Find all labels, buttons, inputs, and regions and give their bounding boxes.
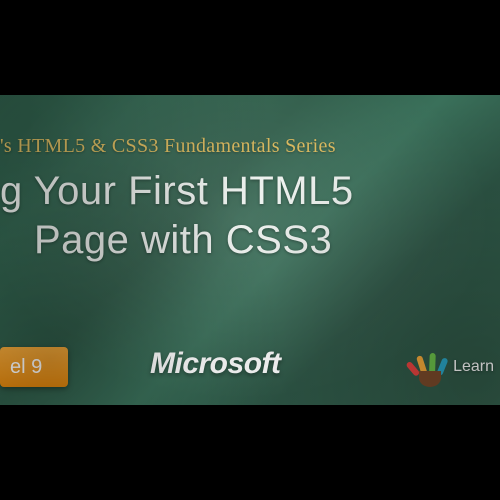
microsoft-logo: Microsoft bbox=[150, 347, 281, 381]
series-label: 's HTML5 & CSS3 Fundamentals Series bbox=[0, 135, 500, 158]
learn-label: Learn bbox=[453, 358, 494, 380]
title-line-1: g Your First HTML5 bbox=[0, 167, 500, 216]
title-line-2: Page with CSS3 bbox=[0, 216, 500, 265]
channel9-badge: el 9 bbox=[0, 347, 68, 387]
learn-logo: Learn bbox=[413, 349, 494, 389]
hand-icon bbox=[413, 349, 447, 389]
logo-row: el 9 Microsoft Learn bbox=[0, 335, 500, 405]
letterbox-bottom bbox=[0, 405, 500, 500]
slide-title: g Your First HTML5 Page with CSS3 bbox=[0, 167, 500, 265]
chalkboard-slide: 's HTML5 & CSS3 Fundamentals Series g Yo… bbox=[0, 95, 500, 405]
letterbox-top bbox=[0, 0, 500, 95]
